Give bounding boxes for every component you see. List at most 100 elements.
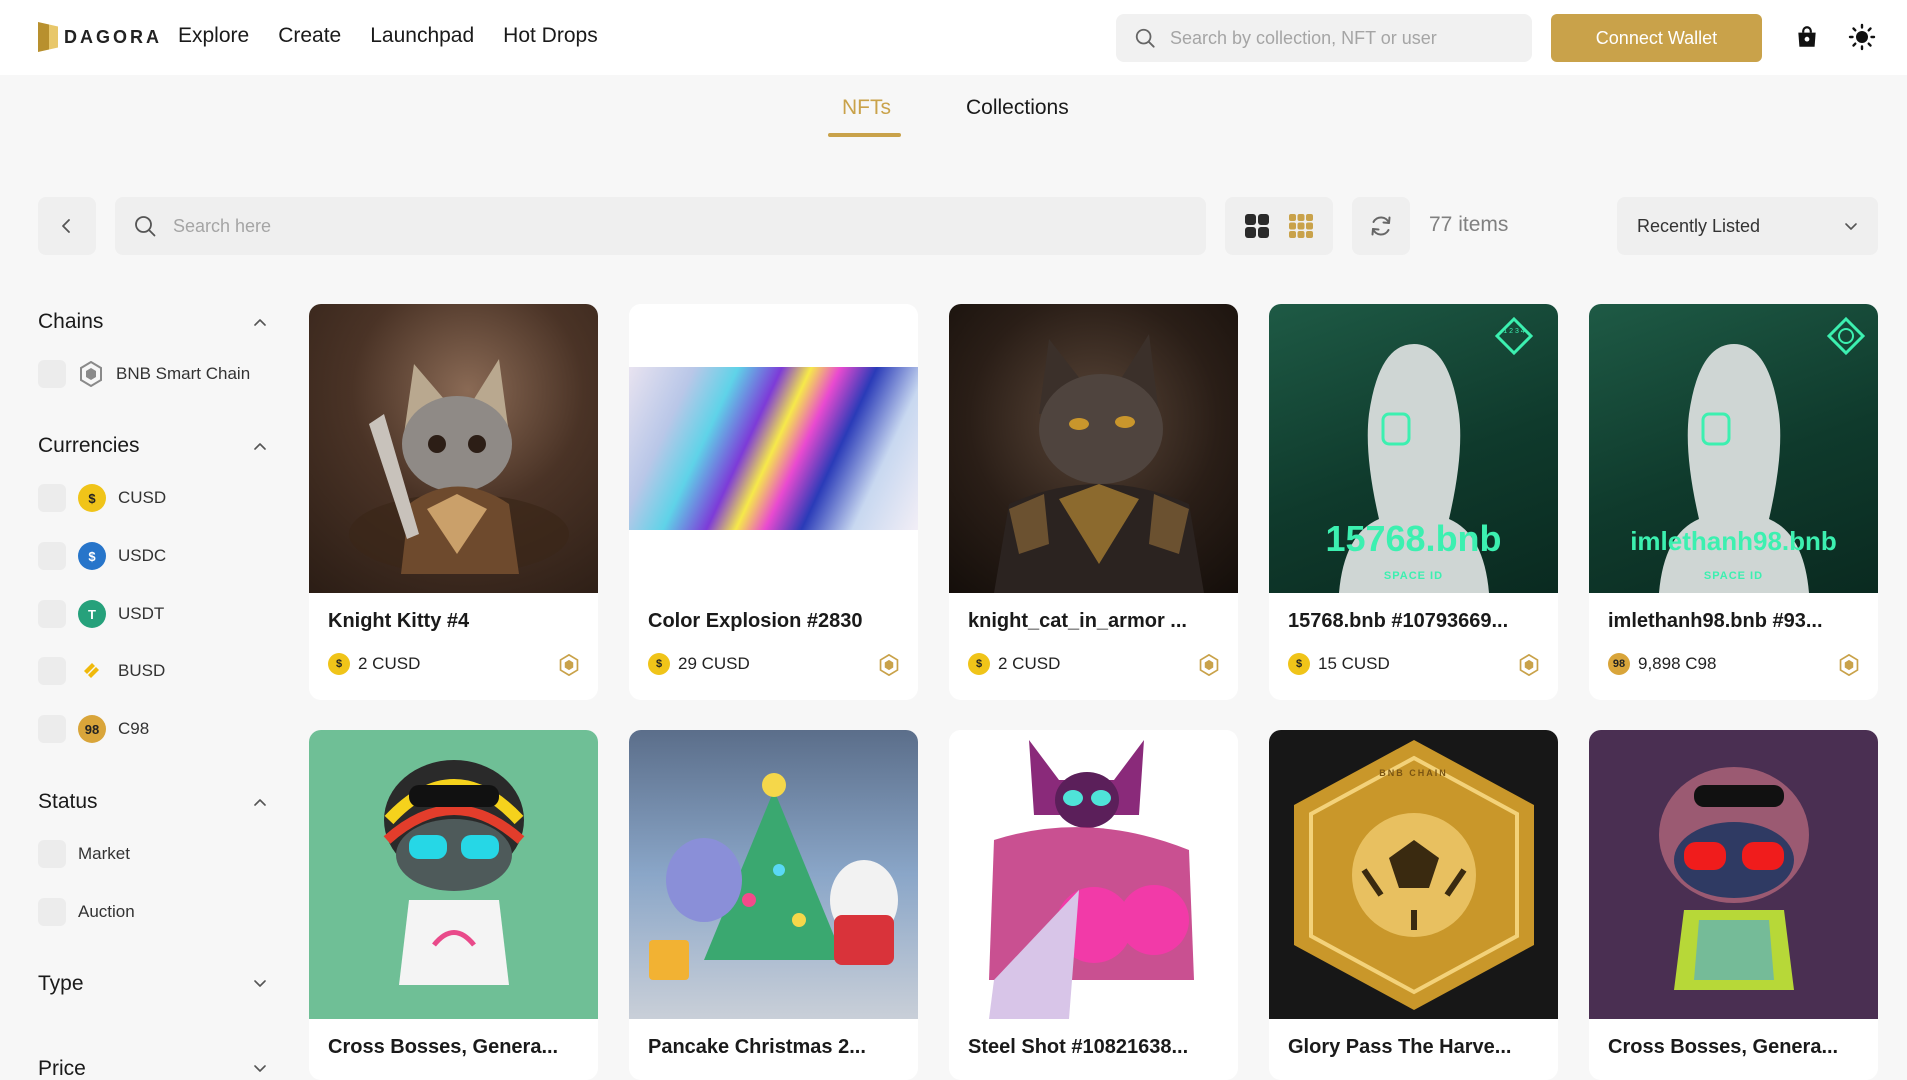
filter-option-usdc[interactable]: $ USDC: [38, 542, 166, 570]
nft-image: [629, 730, 918, 1019]
nft-image: imlethanh98.bnb SPACE ID: [1589, 304, 1878, 593]
tab-collections[interactable]: Collections: [966, 96, 1069, 120]
nft-price: $ 29 CUSD: [648, 653, 750, 675]
nft-card[interactable]: imlethanh98.bnb SPACE ID imlethanh98.bnb…: [1589, 304, 1878, 700]
nft-card[interactable]: Color Explosion #2830 $ 29 CUSD: [629, 304, 918, 700]
collapse-filters-button[interactable]: [38, 197, 96, 255]
sort-select[interactable]: Recently Listed: [1617, 197, 1878, 255]
chevron-up-icon: [254, 319, 266, 326]
nft-price-value: 9,898 C98: [1638, 654, 1717, 673]
busd-coin-icon: [84, 663, 99, 678]
nft-price-value: 29 CUSD: [678, 654, 750, 673]
nav-explore[interactable]: Explore: [178, 24, 249, 48]
filter-type-title: Type: [38, 972, 84, 995]
filter-status-title: Status: [38, 790, 98, 813]
steel-shot-art: [989, 740, 1194, 1019]
nft-name: Knight Kitty #4: [328, 610, 470, 632]
cusd-coin-icon: $: [328, 653, 350, 675]
items-count: 77 items: [1429, 213, 1509, 236]
nft-card[interactable]: Knight Kitty #4 $ 2 CUSD: [309, 304, 598, 700]
filter-option-label: CUSD: [118, 488, 167, 507]
view-toggle: [1225, 197, 1333, 255]
filter-price-header[interactable]: Price: [38, 1057, 268, 1080]
chevron-left-icon: [62, 219, 70, 233]
filter-option-label: USDC: [118, 546, 167, 565]
filter-option-label: BUSD: [118, 661, 166, 680]
nft-image: [629, 304, 918, 593]
connect-wallet-button[interactable]: Connect Wallet: [1551, 14, 1762, 62]
checkbox[interactable]: [38, 657, 66, 685]
nft-card[interactable]: Cross Bosses, Genera...: [1589, 730, 1878, 1080]
nft-art-title: 15768.bnb: [1325, 518, 1502, 559]
top-header: DAGORA Explore Create Launchpad Hot Drop…: [0, 0, 1907, 75]
filter-option-market[interactable]: Market: [38, 840, 130, 868]
nft-price: $ 2 CUSD: [328, 653, 420, 675]
checkbox[interactable]: [38, 542, 66, 570]
nft-card[interactable]: 1 2 3 4 15768.bnb SPACE ID 15768.bnb #10…: [1269, 304, 1558, 700]
global-search-input[interactable]: [1170, 27, 1510, 49]
nav-launchpad[interactable]: Launchpad: [370, 24, 474, 48]
cross-boss-art: [383, 760, 525, 985]
nft-price-value: 2 CUSD: [998, 654, 1061, 673]
checkbox[interactable]: [38, 600, 66, 628]
nft-name: Pancake Christmas 2...: [648, 1036, 866, 1058]
search-icon: [1135, 28, 1155, 48]
nft-image: [309, 304, 598, 593]
checkbox[interactable]: [38, 715, 66, 743]
filter-option-c98[interactable]: 98 C98: [38, 715, 149, 743]
filter-option-busd[interactable]: BUSD: [38, 657, 165, 685]
nft-card[interactable]: knight_cat_in_armor ... $ 2 CUSD: [949, 304, 1238, 700]
refresh-button[interactable]: [1352, 197, 1410, 255]
tab-nfts[interactable]: NFTs: [842, 96, 891, 120]
sort-select-value: Recently Listed: [1637, 215, 1761, 236]
chevron-down-icon: [254, 980, 266, 987]
filter-option-auction[interactable]: Auction: [38, 898, 135, 926]
logo[interactable]: DAGORA: [38, 22, 162, 52]
nav-hot-drops[interactable]: Hot Drops: [503, 24, 598, 48]
usdt-coin-icon: T: [78, 600, 106, 628]
chevron-down-icon: [1845, 223, 1857, 230]
nft-price: $ 15 CUSD: [1288, 653, 1390, 675]
filter-currencies-header[interactable]: Currencies: [38, 434, 268, 458]
filter-chains-title: Chains: [38, 310, 104, 333]
bnb-chain-icon: [879, 654, 899, 676]
bnb-chain-icon: [1519, 654, 1539, 676]
sun-icon[interactable]: [1848, 23, 1876, 51]
filter-option-cusd[interactable]: $ CUSD: [38, 484, 166, 512]
cusd-coin-icon: $: [968, 653, 990, 675]
nft-price: 98 9,898 C98: [1608, 653, 1716, 675]
filter-status-header[interactable]: Status: [38, 790, 268, 814]
logo-text: DAGORA: [64, 26, 162, 47]
bag-icon[interactable]: [1794, 24, 1820, 50]
nft-name: Color Explosion #2830: [648, 610, 863, 632]
nft-art-title: imlethanh98.bnb: [1630, 526, 1837, 556]
nft-art-subtitle: SPACE ID: [1383, 570, 1444, 582]
content-tabs: NFTs Collections: [0, 90, 1907, 146]
knight-kitty-art: [349, 359, 569, 574]
grid-small-icon[interactable]: [1288, 213, 1314, 239]
chevron-up-icon: [254, 443, 266, 450]
checkbox[interactable]: [38, 484, 66, 512]
nft-card[interactable]: BNB CHAIN Glory Pass The Harve...: [1269, 730, 1558, 1080]
nft-card[interactable]: Cross Bosses, Genera...: [309, 730, 598, 1080]
checkbox[interactable]: [38, 360, 66, 388]
nft-price-value: 15 CUSD: [1318, 654, 1390, 673]
grid-large-icon[interactable]: [1244, 213, 1270, 239]
nft-price-value: 2 CUSD: [358, 654, 421, 673]
filter-option-bnb[interactable]: BNB Smart Chain: [38, 360, 250, 388]
filter-option-usdt[interactable]: T USDT: [38, 600, 164, 628]
filter-price-title: Price: [38, 1057, 86, 1080]
checkbox[interactable]: [38, 840, 66, 868]
filter-option-label: BNB Smart Chain: [116, 364, 251, 383]
nft-search-input[interactable]: [173, 215, 1173, 237]
nft-card[interactable]: Pancake Christmas 2...: [629, 730, 918, 1080]
nav-create[interactable]: Create: [278, 24, 341, 48]
nft-image: [1589, 730, 1878, 1019]
filter-chains-header[interactable]: Chains: [38, 310, 268, 334]
nft-card[interactable]: Steel Shot #10821638...: [949, 730, 1238, 1080]
checkbox[interactable]: [38, 898, 66, 926]
filter-type-header[interactable]: Type: [38, 972, 268, 996]
cross-boss-art: [1659, 767, 1809, 990]
nft-art-subtitle: SPACE ID: [1703, 570, 1764, 582]
usdc-coin-icon: $: [78, 542, 106, 570]
